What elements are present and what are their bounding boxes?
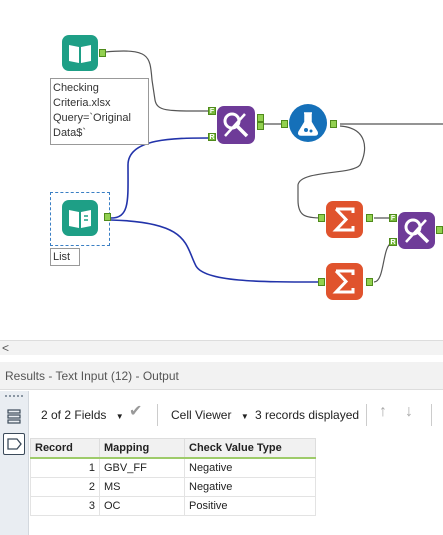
results-window-title: Results - Text Input (12) - Output: [0, 362, 443, 390]
metadata-list-icon[interactable]: [3, 405, 25, 427]
join-output-anchor-j[interactable]: [257, 114, 264, 122]
summarize-1-input-anchor[interactable]: [318, 214, 325, 222]
formula-output-anchor[interactable]: [330, 120, 337, 128]
column-header-check-value-type[interactable]: Check Value Type: [184, 438, 316, 459]
cell-viewer-label: Cell Viewer: [171, 408, 232, 422]
annotation-line: Criteria.xlsx: [53, 97, 111, 109]
scroll-left-icon[interactable]: <: [2, 341, 9, 355]
input-data-tool-checking[interactable]: [62, 35, 98, 71]
join-icon: [223, 112, 249, 138]
cell-viewer-dropdown[interactable]: Cell Viewer ▼: [171, 408, 249, 424]
join-2-right-anchor[interactable]: R: [389, 238, 397, 246]
wire-list-to-summarize: [110, 219, 321, 283]
table-row[interactable]: 2 MS Negative: [30, 477, 316, 497]
toolbar-divider: [431, 404, 432, 426]
output-anchor[interactable]: [104, 213, 111, 221]
join-left-anchor[interactable]: F: [208, 107, 216, 115]
annotation-line: Data$`: [53, 127, 87, 139]
results-side-rail: [0, 391, 29, 535]
annotation-checking-criteria: Checking Criteria.xlsx Query=`Original D…: [50, 78, 149, 145]
formula-input-anchor[interactable]: [281, 120, 288, 128]
summarize-1-output-anchor[interactable]: [366, 214, 373, 222]
fields-dropdown-label: 2 of 2 Fields: [41, 408, 107, 422]
flask-icon: [298, 112, 318, 136]
join-tool-2[interactable]: [398, 212, 435, 249]
apply-checkmark-icon[interactable]: ✔: [129, 404, 142, 420]
arrow-down-icon[interactable]: ↓: [405, 404, 413, 420]
caret-down-icon: ▼: [240, 412, 249, 421]
annotation-line: List: [53, 251, 71, 263]
output-anchor[interactable]: [99, 49, 106, 57]
annotation-line: Query=`Original: [53, 112, 131, 124]
fields-dropdown[interactable]: 2 of 2 Fields ▼: [41, 408, 124, 424]
mapping-cell[interactable]: OC: [99, 496, 185, 516]
column-header-mapping[interactable]: Mapping: [99, 438, 185, 459]
check-value-type-cell[interactable]: Negative: [184, 457, 316, 478]
sigma-icon: [332, 207, 355, 232]
record-cell[interactable]: 1: [30, 457, 100, 478]
book-icon: [69, 45, 91, 63]
join-2-output-anchor[interactable]: [436, 226, 443, 234]
data-tag-icon[interactable]: [3, 433, 25, 455]
results-grid[interactable]: Record Mapping Check Value Type 1 GBV_FF…: [30, 438, 316, 516]
check-value-type-cell[interactable]: Negative: [184, 477, 316, 497]
annotation-list: List: [50, 248, 80, 266]
join-right-anchor[interactable]: R: [208, 133, 216, 141]
toolbar-divider: [366, 404, 367, 426]
check-value-type-cell[interactable]: Positive: [184, 496, 316, 516]
join-icon: [404, 218, 430, 244]
record-cell[interactable]: 3: [30, 496, 100, 516]
wire-sum2-to-join2: [373, 242, 393, 283]
join-output-anchor-r[interactable]: [257, 122, 264, 130]
table-row[interactable]: 3 OC Positive: [30, 496, 316, 516]
workflow-canvas[interactable]: Checking Criteria.xlsx Query=`Original D…: [0, 0, 443, 340]
mapping-cell[interactable]: MS: [99, 477, 185, 497]
canvas-horizontal-scrollbar[interactable]: <: [0, 340, 443, 355]
caret-down-icon: ▼: [115, 412, 124, 421]
toolbar-divider: [157, 404, 158, 426]
book-icon: [69, 210, 91, 228]
table-header-row: Record Mapping Check Value Type: [30, 438, 316, 459]
column-header-record[interactable]: Record: [30, 438, 100, 459]
summarize-2-input-anchor[interactable]: [318, 278, 325, 286]
annotation-line: Checking: [53, 82, 99, 94]
wire-list-to-join: [110, 137, 209, 219]
summarize-2-output-anchor[interactable]: [366, 278, 373, 286]
join-2-left-anchor[interactable]: F: [389, 214, 397, 222]
formula-tool[interactable]: [289, 104, 327, 142]
join-tool[interactable]: [217, 106, 255, 144]
summarize-tool-2[interactable]: [326, 263, 363, 300]
grip-dots[interactable]: [5, 395, 23, 400]
sigma-icon: [332, 269, 355, 294]
arrow-up-icon[interactable]: ↑: [379, 404, 387, 420]
record-cell[interactable]: 2: [30, 477, 100, 497]
input-data-tool-list[interactable]: [62, 200, 98, 236]
records-displayed: 3 records displayed: [255, 408, 360, 422]
summarize-tool-1[interactable]: [326, 201, 363, 238]
mapping-cell[interactable]: GBV_FF: [99, 457, 185, 478]
results-toolbar: 2 of 2 Fields ▼ ✔ Cell Viewer ▼ 3 record…: [29, 391, 443, 439]
table-row[interactable]: 1 GBV_FF Negative: [30, 457, 316, 478]
